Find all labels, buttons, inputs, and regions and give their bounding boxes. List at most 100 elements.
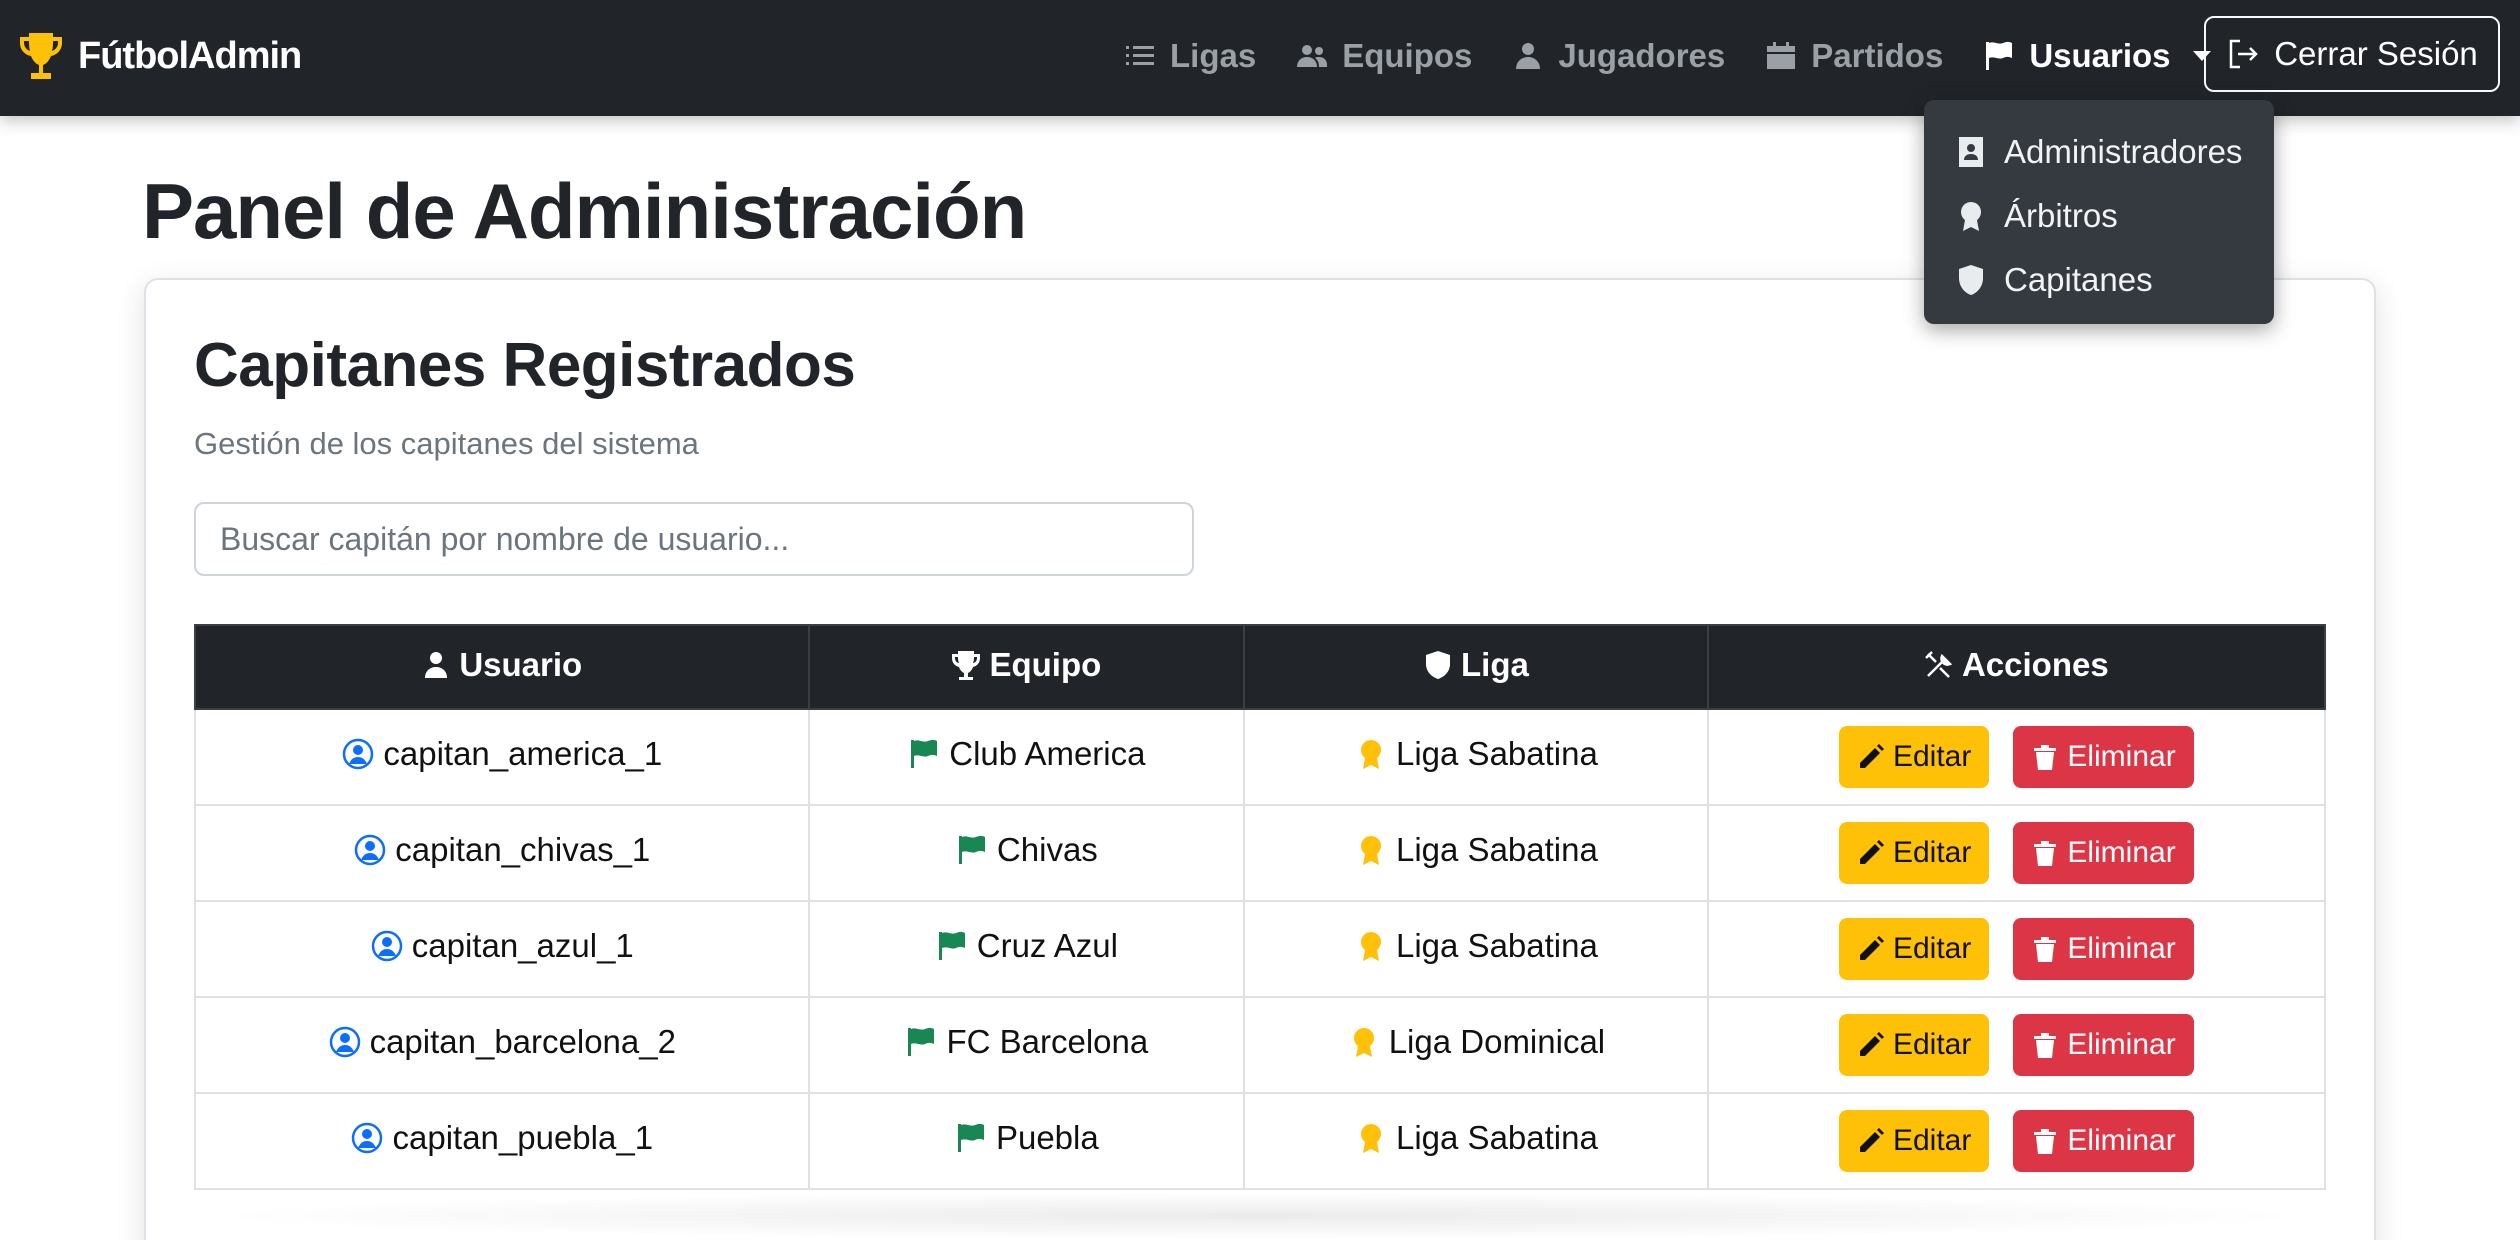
delete-button[interactable]: Eliminar [2013, 1014, 2194, 1076]
shield-icon [1426, 651, 1450, 679]
delete-button[interactable]: Eliminar [2013, 918, 2194, 980]
team-name: FC Barcelona [946, 1023, 1149, 1060]
delete-label: Eliminar [2067, 932, 2176, 965]
user-cell: capitan_barcelona_2 [194, 996, 810, 1094]
delete-button[interactable]: Eliminar [2013, 726, 2194, 788]
team-cell: Puebla [807, 1092, 1246, 1190]
table-row: capitan_america_1 Club America Liga Saba… [194, 708, 2327, 806]
dropdown-item-arbitros[interactable]: Árbitros [1924, 184, 2274, 248]
pencil-icon [1859, 1128, 1884, 1152]
nav-link-jugadores[interactable]: Jugadores [1512, 26, 1725, 86]
trash-icon [2034, 1129, 2057, 1154]
dropdown-item-label: Árbitros [2004, 197, 2118, 234]
user-name: capitan_barcelona_2 [369, 1023, 676, 1060]
calendar-icon [1767, 42, 1796, 69]
edit-button[interactable]: Editar [1838, 822, 1990, 884]
column-header-liga[interactable]: Liga [1243, 624, 1709, 710]
usuarios-dropdown-menu: Administradores Árbitros Capitanes [1924, 100, 2274, 324]
search-input[interactable] [194, 502, 1194, 576]
nav-link-usuarios[interactable]: Usuarios [1983, 26, 2211, 86]
award-icon [1961, 202, 1981, 231]
award-icon [1361, 1124, 1381, 1153]
trophy-icon [952, 651, 981, 680]
header-label: Equipo [989, 646, 1102, 683]
league-cell: Liga Sabatina [1243, 708, 1709, 806]
league-cell: Liga Sabatina [1243, 900, 1709, 998]
user-cell: capitan_azul_1 [194, 900, 810, 998]
flag-icon [938, 931, 965, 960]
nav-link-label: Partidos [1811, 37, 1944, 74]
team-cell: Chivas [807, 804, 1246, 902]
nav-link-partidos[interactable]: Partidos [1765, 26, 1943, 86]
header-label: Acciones [1961, 646, 2109, 683]
page-title: Panel de Administración [142, 167, 1027, 255]
user-circle-icon [371, 930, 403, 962]
league-cell: Liga Sabatina [1243, 804, 1709, 902]
team-name: Chivas [996, 831, 1098, 868]
nav-link-ligas[interactable]: Ligas [1124, 26, 1256, 86]
actions-cell: Editar Eliminar [1706, 1092, 2327, 1190]
league-name: Liga Sabatina [1396, 831, 1598, 868]
award-icon [1361, 836, 1381, 865]
column-header-equipo[interactable]: Equipo [807, 624, 1246, 710]
edit-label: Editar [1892, 932, 1972, 965]
award-icon [1361, 740, 1381, 769]
trash-icon [2034, 1033, 2057, 1058]
delete-button[interactable]: Eliminar [2013, 822, 2194, 884]
league-name: Liga Sabatina [1396, 1119, 1598, 1156]
league-cell: Liga Dominical [1243, 996, 1709, 1094]
column-header-usuario[interactable]: Usuario [194, 624, 810, 710]
pencil-icon [1859, 840, 1884, 864]
nav-link-label: Equipos [1342, 37, 1473, 74]
delete-button[interactable]: Eliminar [2013, 1110, 2194, 1172]
logout-button[interactable]: Cerrar Sesión [2204, 16, 2500, 92]
edit-label: Editar [1892, 1028, 1972, 1061]
table-row: capitan_chivas_1 Chivas Liga Sabatina Ed… [194, 804, 2327, 902]
table-row: capitan_barcelona_2 FC Barcelona Liga Do… [194, 996, 2327, 1094]
list-icon [1126, 46, 1154, 65]
award-icon [1361, 932, 1381, 961]
user-name: capitan_chivas_1 [395, 831, 651, 868]
dropdown-item-administradores[interactable]: Administradores [1924, 120, 2274, 184]
users-icon [1297, 45, 1328, 67]
league-name: Liga Sabatina [1396, 735, 1598, 772]
delete-label: Eliminar [2067, 836, 2176, 869]
brand[interactable]: FútbolAdmin [18, 28, 302, 84]
user-name: capitan_america_1 [383, 735, 663, 772]
user-icon [1516, 43, 1541, 69]
captains-card: Capitanes Registrados Gestión de los cap… [144, 278, 2376, 1240]
user-circle-icon [352, 1122, 383, 1154]
team-cell: FC Barcelona [807, 996, 1246, 1094]
card-title: Capitanes Registrados [194, 331, 856, 400]
table-row: capitan_puebla_1 Puebla Liga Sabatina Ed… [194, 1092, 2327, 1190]
shield-icon [1959, 265, 1983, 295]
award-icon [1353, 1028, 1374, 1057]
edit-button[interactable]: Editar [1838, 726, 1990, 788]
edit-button[interactable]: Editar [1838, 1110, 1990, 1172]
dropdown-item-capitanes[interactable]: Capitanes [1924, 248, 2274, 312]
nav-link-equipos[interactable]: Equipos [1296, 26, 1472, 86]
league-cell: Liga Sabatina [1243, 1092, 1709, 1190]
team-cell: Club America [807, 708, 1246, 806]
pencil-icon [1859, 744, 1884, 768]
user-circle-icon [355, 834, 386, 866]
table-row: capitan_azul_1 Cruz Azul Liga Sabatina E… [194, 900, 2327, 998]
bottom-shadow [200, 1192, 2320, 1240]
user-circle-icon [329, 1026, 360, 1058]
delete-label: Eliminar [2067, 740, 2176, 773]
nav-link-label: Jugadores [1558, 37, 1726, 74]
dropdown-item-label: Capitanes [2004, 261, 2153, 298]
pencil-icon [1859, 936, 1884, 960]
header-label: Liga [1461, 646, 1529, 683]
user-name: capitan_azul_1 [411, 927, 634, 964]
table-header-row: Usuario Equipo Liga Acciones [194, 624, 2327, 710]
pencil-icon [1859, 1032, 1884, 1056]
team-name: Club America [949, 735, 1146, 772]
actions-cell: Editar Eliminar [1706, 804, 2327, 902]
flag-icon [908, 1027, 935, 1056]
edit-button[interactable]: Editar [1838, 918, 1990, 980]
column-header-acciones: Acciones [1706, 624, 2327, 710]
flag-icon [911, 739, 938, 768]
edit-button[interactable]: Editar [1838, 1014, 1990, 1076]
card-subtitle: Gestión de los capitanes del sistema [194, 426, 699, 461]
